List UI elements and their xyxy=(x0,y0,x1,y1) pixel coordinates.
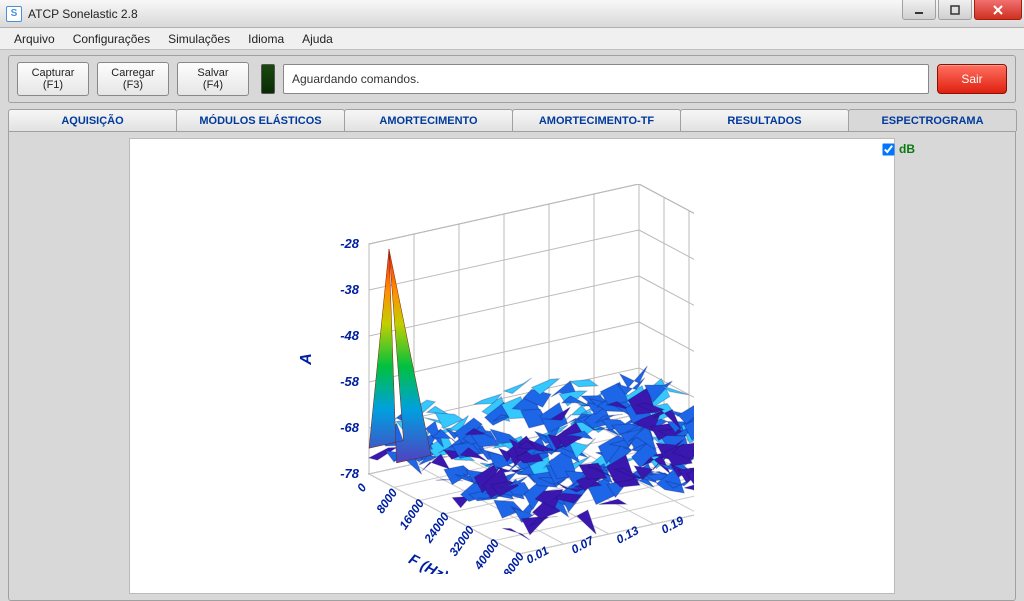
db-label: dB xyxy=(899,142,915,156)
svg-text:A: A xyxy=(298,353,315,366)
svg-text:16000: 16000 xyxy=(396,496,427,532)
capture-label: Capturar xyxy=(32,67,75,79)
window-minimize-button[interactable] xyxy=(902,0,936,20)
db-checkbox-container[interactable]: dB xyxy=(882,142,915,156)
load-key: (F3) xyxy=(123,79,143,91)
tab-aquisicao[interactable]: AQUISIÇÃO xyxy=(8,109,177,131)
menu-idioma[interactable]: Idioma xyxy=(240,30,292,48)
load-label: Carregar xyxy=(111,67,154,79)
tab-resultados[interactable]: RESULTADOS xyxy=(680,109,849,131)
svg-text:-78: -78 xyxy=(340,466,360,481)
save-button[interactable]: Salvar (F4) xyxy=(177,62,249,96)
menu-configuracoes[interactable]: Configurações xyxy=(65,30,158,48)
svg-text:40000: 40000 xyxy=(471,536,502,572)
tab-bar: AQUISIÇÃO MÓDULOS ELÁSTICOS AMORTECIMENT… xyxy=(8,109,1016,131)
window-close-button[interactable] xyxy=(974,0,1022,20)
tab-amortecimento[interactable]: AMORTECIMENTO xyxy=(344,109,513,131)
app-icon: S xyxy=(6,6,22,22)
save-label: Salvar xyxy=(197,67,228,79)
save-key: (F4) xyxy=(203,79,223,91)
capture-key: (F1) xyxy=(43,79,63,91)
tab-amortecimento-tf[interactable]: AMORTECIMENTO-TF xyxy=(512,109,681,131)
svg-text:-68: -68 xyxy=(340,420,360,435)
menu-bar: Arquivo Configurações Simulações Idioma … xyxy=(0,28,1024,50)
capture-button[interactable]: Capturar (F1) xyxy=(17,62,89,96)
menu-arquivo[interactable]: Arquivo xyxy=(6,30,63,48)
content-panel: dB -78-68-5 xyxy=(8,131,1016,601)
window-maximize-button[interactable] xyxy=(938,0,972,20)
svg-text:-38: -38 xyxy=(340,282,360,297)
menu-ajuda[interactable]: Ajuda xyxy=(294,30,341,48)
window-titlebar: S ATCP Sonelastic 2.8 xyxy=(0,0,1024,28)
svg-text:24000: 24000 xyxy=(421,510,452,546)
svg-text:t (s): t (s) xyxy=(692,532,694,560)
svg-text:-28: -28 xyxy=(340,236,360,251)
tab-espectrograma[interactable]: ESPECTROGRAMA xyxy=(848,109,1017,131)
svg-text:-48: -48 xyxy=(340,328,360,343)
menu-simulacoes[interactable]: Simulações xyxy=(160,30,238,48)
load-button[interactable]: Carregar (F3) xyxy=(97,62,169,96)
svg-text:F (Hz): F (Hz) xyxy=(406,551,451,574)
tab-modulos-elasticos[interactable]: MÓDULOS ELÁSTICOS xyxy=(176,109,345,131)
level-indicator xyxy=(261,64,275,94)
exit-button[interactable]: Sair xyxy=(937,64,1007,94)
svg-text:-58: -58 xyxy=(340,374,360,389)
svg-text:0: 0 xyxy=(354,481,369,495)
toolbar: Capturar (F1) Carregar (F3) Salvar (F4) … xyxy=(8,55,1016,103)
spectrogram-3d-chart: -78 -68 -58 -48 -38 -28 0 80001600024000320004… xyxy=(164,184,694,574)
db-checkbox[interactable] xyxy=(882,143,894,155)
svg-text:8000: 8000 xyxy=(373,486,400,516)
svg-text:32000: 32000 xyxy=(446,523,477,559)
status-message: Aguardando comandos. xyxy=(283,64,929,94)
window-title: ATCP Sonelastic 2.8 xyxy=(28,7,138,21)
